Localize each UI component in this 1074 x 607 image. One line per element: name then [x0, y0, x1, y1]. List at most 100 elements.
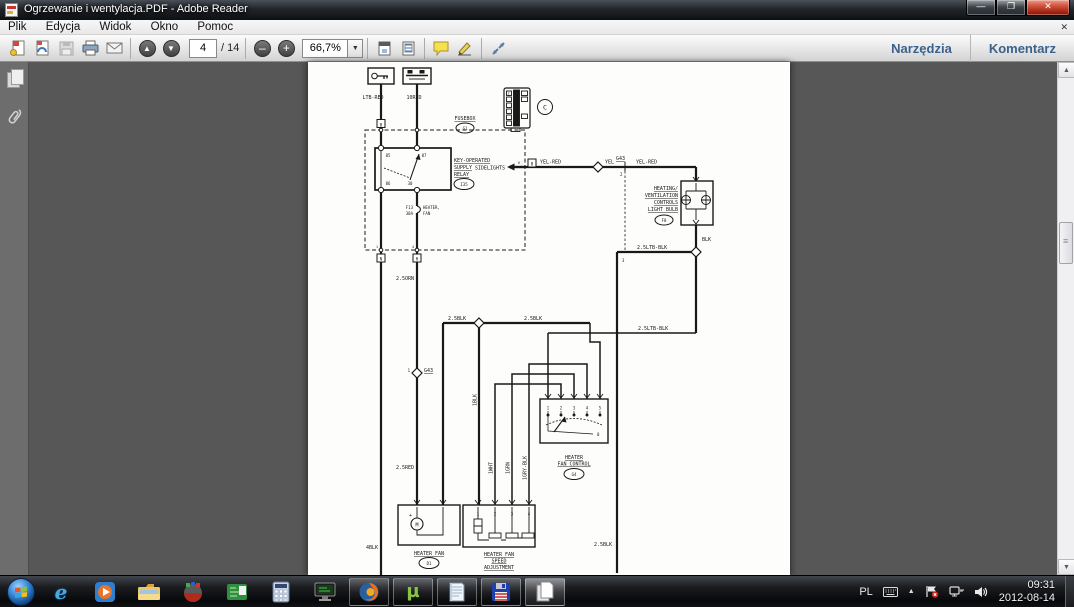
pin-number: 2: [494, 512, 497, 517]
wire-label: 10RED: [406, 95, 421, 101]
pin-number: 4: [528, 512, 531, 517]
scrollbar-thumb[interactable]: [1059, 222, 1073, 264]
taskbar-media-converter[interactable]: [173, 578, 213, 606]
title-bar[interactable]: Ogrzewanie i wentylacja.PDF - Adobe Read…: [0, 0, 1074, 20]
action-center-flag-icon[interactable]: [925, 585, 939, 598]
minimize-button[interactable]: —: [966, 0, 996, 16]
component-label: HEATING/: [654, 186, 678, 192]
fuse-label: 30A: [406, 211, 414, 216]
taskbar-document-active[interactable]: [525, 578, 565, 606]
fullscreen-button[interactable]: [486, 36, 510, 60]
utorrent-icon: µ: [406, 581, 419, 602]
taskbar-explorer[interactable]: [129, 578, 169, 606]
scroll-down-button[interactable]: ▼: [1058, 559, 1074, 575]
fit-page-button[interactable]: [396, 36, 420, 60]
attachments-paperclip-icon[interactable]: [6, 106, 28, 131]
menu-plik[interactable]: Plik: [0, 20, 35, 34]
show-hidden-icons-button[interactable]: ▲: [908, 588, 915, 595]
component-label: CONTROLS: [654, 200, 678, 206]
taskbar-internet-explorer[interactable]: e: [41, 578, 81, 606]
circuit-board-icon: [226, 582, 248, 602]
taskbar-firefox[interactable]: [349, 578, 389, 606]
toolbar-separator: [245, 38, 246, 59]
wire-label: 2.5BLK: [524, 316, 542, 322]
notepad-icon: [448, 581, 466, 603]
pin-label: 30: [408, 181, 413, 186]
pin-label: 85: [386, 153, 391, 158]
email-button[interactable]: [102, 36, 126, 60]
pin-number: 3: [573, 406, 576, 411]
taskbar-floppy-app[interactable]: [481, 578, 521, 606]
document-icon: [535, 581, 555, 603]
taskbar-circuit-app[interactable]: [217, 578, 257, 606]
wire-label: 2.5ORN: [396, 276, 414, 282]
pdf-file-icon: [5, 3, 18, 17]
create-pdf-button[interactable]: [30, 36, 54, 60]
sign-button[interactable]: [453, 36, 477, 60]
pin-number: 1: [477, 512, 480, 517]
vertical-scrollbar[interactable]: ▲ ▼: [1057, 62, 1074, 575]
open-button[interactable]: [6, 36, 30, 60]
wire-label: 2.5LTB-BLK: [638, 326, 668, 332]
zoom-in-button[interactable]: +: [274, 36, 298, 60]
pin-number: 4: [586, 406, 589, 411]
menu-okno[interactable]: Okno: [143, 20, 187, 34]
zoom-out-button[interactable]: –: [250, 36, 274, 60]
show-desktop-button[interactable]: [1065, 576, 1074, 607]
print-button[interactable]: [78, 36, 102, 60]
toolbar-separator: [130, 38, 131, 59]
component-label: SPEED: [491, 559, 506, 565]
pin-number: 5: [599, 406, 602, 411]
scroll-up-button[interactable]: ▲: [1058, 62, 1074, 78]
network-icon[interactable]: [949, 586, 964, 598]
pin-label: 87: [422, 153, 427, 158]
maximize-button[interactable]: ❐: [996, 0, 1026, 16]
pdf-page[interactable]: LTB-RED 10RED FUSEBOX G1 2 C KEY-OPERATE…: [308, 62, 790, 575]
component-label: HEATER FAN: [414, 551, 444, 557]
menu-pomoc[interactable]: Pomoc: [189, 20, 241, 34]
component-code: D1: [427, 561, 432, 566]
comment-button[interactable]: [429, 36, 453, 60]
menu-widok[interactable]: Widok: [91, 20, 139, 34]
next-page-button[interactable]: ▼: [159, 36, 183, 60]
pin-number: 2: [620, 172, 623, 177]
pin-number: 1: [376, 245, 378, 249]
taskbar-remote-desktop[interactable]: [305, 578, 345, 606]
previous-page-button[interactable]: ▲: [135, 36, 159, 60]
start-button[interactable]: [2, 578, 39, 606]
fit-page-icon: [400, 40, 417, 57]
taskbar-utorrent[interactable]: µ: [393, 578, 433, 606]
motor-label: M: [415, 523, 418, 529]
page-number-input[interactable]: [189, 39, 217, 58]
email-icon: [105, 40, 124, 56]
page-thumbnails-icon[interactable]: [7, 72, 20, 88]
scrolling-mode-button[interactable]: [372, 36, 396, 60]
diagram-labels: LTB-RED 10RED FUSEBOX G1 2 C KEY-OPERATE…: [362, 92, 711, 572]
zoom-level-value[interactable]: 66,7%: [302, 39, 348, 58]
comment-panel-button[interactable]: Komentarz: [971, 41, 1074, 56]
close-menubar-icon[interactable]: ✕: [1060, 20, 1068, 34]
taskbar-notepad[interactable]: [437, 578, 477, 606]
fuse-number: 2: [507, 92, 509, 96]
tools-panel-button[interactable]: Narzędzia: [873, 41, 970, 56]
language-indicator[interactable]: PL: [859, 586, 872, 598]
clock[interactable]: 09:31 2012-08-14: [999, 579, 1055, 605]
zoom-dropdown-button[interactable]: ▼: [348, 39, 363, 58]
save-button[interactable]: [54, 36, 78, 60]
component-label: RELAY: [454, 172, 469, 178]
menu-edycja[interactable]: Edycja: [38, 20, 89, 34]
taskbar-calculator[interactable]: [261, 578, 301, 606]
wire-label: 2.5RED: [396, 465, 414, 471]
volume-icon[interactable]: [974, 586, 988, 598]
close-button[interactable]: ✕: [1026, 0, 1070, 16]
keyboard-icon[interactable]: [883, 587, 898, 597]
wire-label: 2.5LTB-BLK: [637, 245, 667, 251]
plus-icon: +: [278, 40, 295, 57]
taskbar-media-player[interactable]: [85, 578, 125, 606]
component-code: G4: [572, 472, 577, 477]
toolbar-separator: [424, 38, 425, 59]
component-label: HEATER: [565, 455, 584, 461]
wire-label: 2.5BLK: [448, 316, 466, 322]
system-tray: PL ▲ 09:31 2012-08-14: [854, 576, 1074, 607]
wire-label: BLK: [702, 237, 711, 243]
